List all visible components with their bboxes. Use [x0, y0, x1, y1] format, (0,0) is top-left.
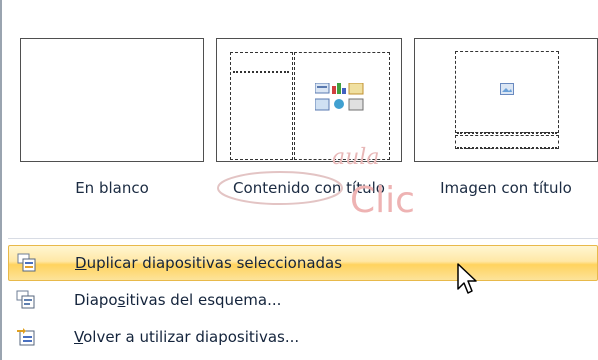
- layout-gallery: En blanco Contenido con título Imagen co…: [0, 0, 598, 232]
- menu-item-label: Volver a utilizar diapositivas...: [74, 328, 300, 346]
- layout-content-with-title[interactable]: Contenido con título: [216, 0, 402, 232]
- outline-slides-icon: [16, 290, 35, 309]
- menu-item-reuse-slides[interactable]: Volver a utilizar diapositivas...: [0, 319, 598, 355]
- menu-separator: [8, 238, 598, 239]
- content-insert-icons: [315, 83, 364, 111]
- menu-item-label: Duplicar diapositivas seleccionadas: [75, 254, 343, 272]
- title-line: [457, 132, 557, 134]
- layout-picture-thumbnail: [414, 38, 598, 162]
- menu-item-duplicate-slides[interactable]: Duplicar diapositivas seleccionadas: [8, 245, 598, 281]
- picture-icon: [500, 83, 514, 95]
- layout-blank-thumbnail: [20, 38, 204, 162]
- layout-caption: En blanco: [75, 179, 149, 197]
- menu-item-outline-slides[interactable]: Diapositivas del esquema...: [0, 282, 598, 318]
- mouse-pointer-icon: [457, 263, 477, 294]
- layout-content-thumbnail: [216, 38, 402, 162]
- title-line: [233, 71, 289, 73]
- duplicate-slides-icon: [17, 253, 36, 272]
- layout-caption: Contenido con título: [233, 179, 385, 197]
- title-placeholder: [230, 52, 293, 160]
- insert-slides-menu: Duplicar diapositivas seleccionadas Diap…: [0, 232, 598, 360]
- layout-picture-with-title[interactable]: Imagen con título: [414, 0, 598, 232]
- layout-caption: Imagen con título: [440, 179, 572, 197]
- reuse-slides-icon: [17, 328, 35, 346]
- caption-line: [457, 147, 557, 149]
- layout-blank[interactable]: En blanco: [20, 0, 204, 232]
- menu-item-label: Diapositivas del esquema...: [74, 291, 282, 309]
